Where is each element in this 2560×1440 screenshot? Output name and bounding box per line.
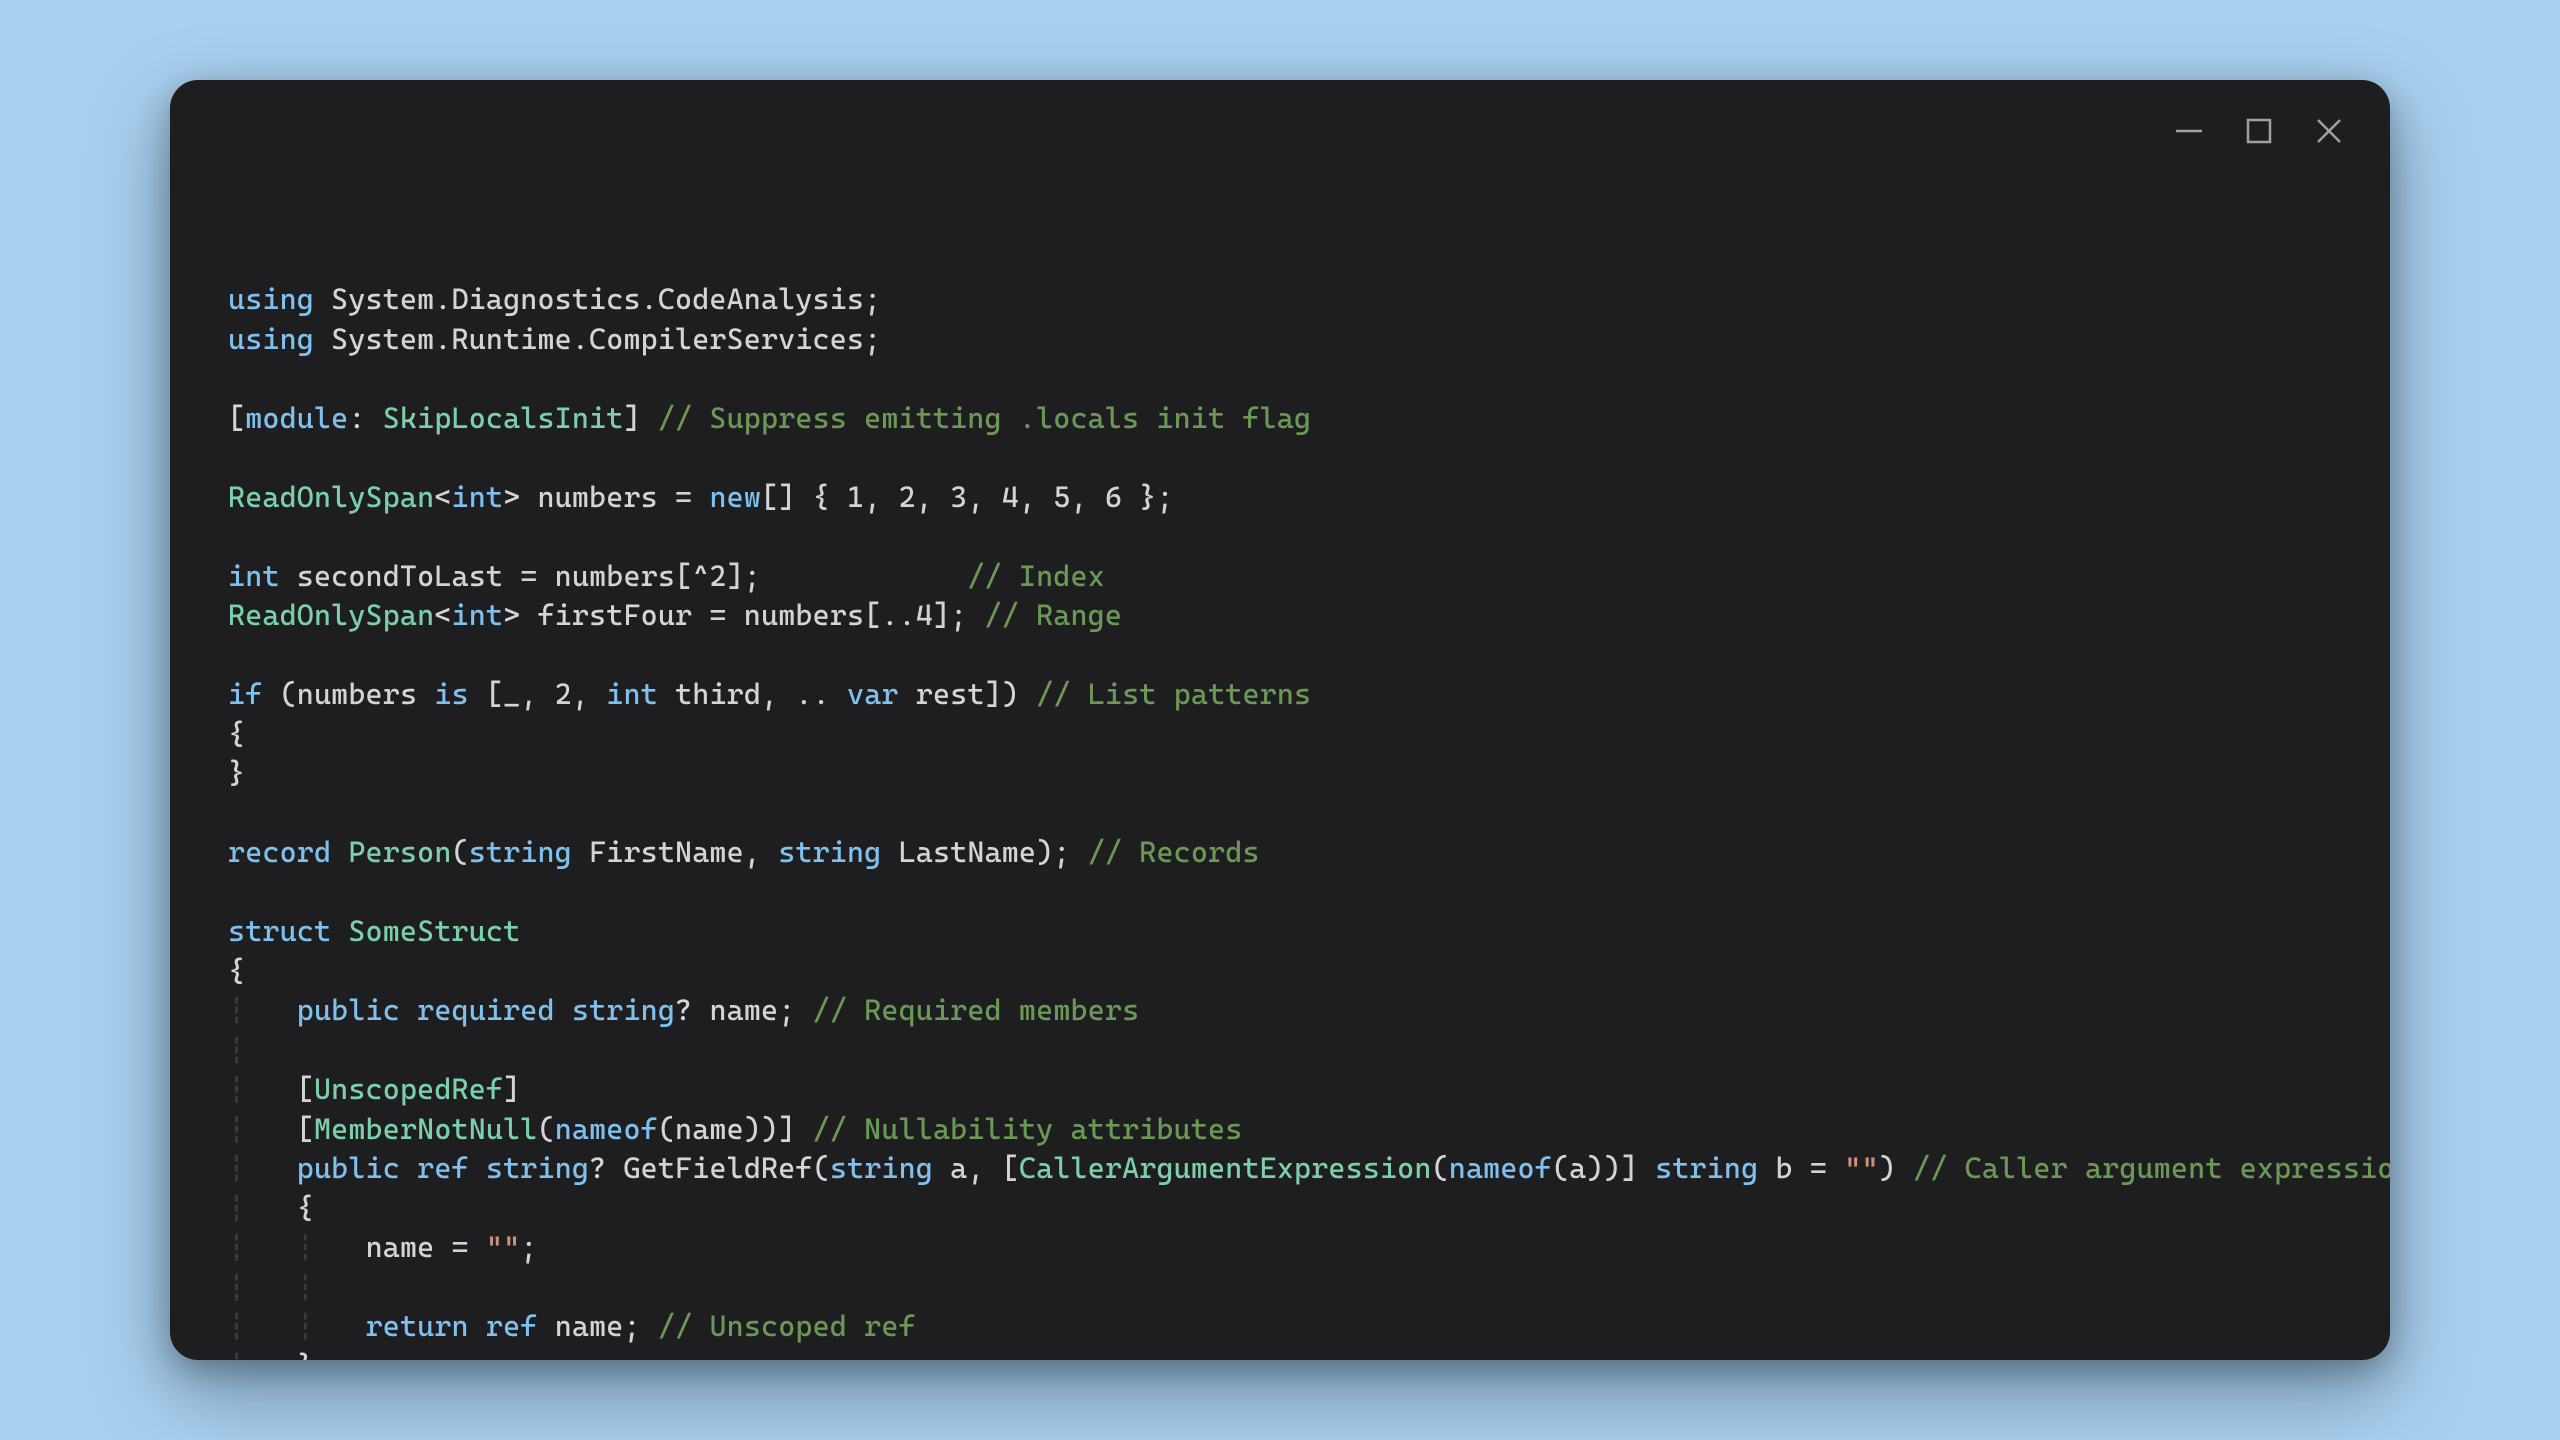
attribute: SkipLocalsInit <box>383 401 624 435</box>
keyword: public <box>297 993 400 1027</box>
identifier: third, .. <box>675 677 830 711</box>
param: a, [ <box>950 1151 1019 1185</box>
expression: = numbers[^2]; <box>520 559 761 593</box>
keyword: string <box>486 1151 589 1185</box>
identifier: rest]) <box>916 677 1019 711</box>
keyword: is <box>434 677 468 711</box>
identifier: LastName); <box>899 835 1071 869</box>
identifier: name; <box>555 1309 641 1343</box>
keyword: nameof <box>555 1112 658 1146</box>
maximize-icon <box>2242 114 2276 148</box>
keyword: int <box>606 677 658 711</box>
attribute: UnscopedRef <box>314 1072 503 1106</box>
field: name; <box>709 993 795 1027</box>
comment: // Index <box>967 559 1105 593</box>
minimize-icon <box>2172 114 2206 148</box>
identifier: numbers <box>537 480 657 514</box>
attribute: CallerArgumentExpression <box>1019 1151 1432 1185</box>
operator: = <box>675 480 692 514</box>
editor-window: using System.Diagnostics.CodeAnalysis; u… <box>170 80 2390 1360</box>
keyword: ref <box>417 1151 469 1185</box>
minimize-button[interactable] <box>2168 110 2210 152</box>
close-icon <box>2312 114 2346 148</box>
brace: { <box>297 1191 314 1225</box>
namespace: System.Runtime.CompilerServices <box>331 322 864 356</box>
keyword: string <box>778 835 881 869</box>
maximize-button[interactable] <box>2238 110 2280 152</box>
keyword: var <box>847 677 899 711</box>
keyword: int <box>228 559 280 593</box>
keyword: int <box>452 598 504 632</box>
brace: { <box>228 954 245 988</box>
identifier: FirstName, <box>589 835 761 869</box>
type-name: Person <box>348 835 451 869</box>
string-literal: "" <box>486 1230 520 1264</box>
keyword: nameof <box>1449 1151 1552 1185</box>
code-editor-content[interactable]: using System.Diagnostics.CodeAnalysis; u… <box>228 280 2350 1360</box>
method-name: GetFieldRef <box>623 1151 812 1185</box>
args: (name))] <box>658 1112 796 1146</box>
param: b = <box>1775 1151 1827 1185</box>
keyword: module <box>245 401 348 435</box>
keyword: string <box>469 835 572 869</box>
keyword: struct <box>228 914 331 948</box>
keyword: public <box>297 1151 400 1185</box>
comment: // Suppress emitting .locals init flag <box>658 401 1311 435</box>
array-literal: [] { 1, 2, 3, 4, 5, 6 } <box>761 480 1156 514</box>
keyword: new <box>709 480 761 514</box>
nullable: ? <box>675 993 692 1027</box>
statement: name = <box>366 1230 469 1264</box>
nullable: ? <box>589 1151 606 1185</box>
comment: // Required members <box>813 993 1140 1027</box>
string-literal: "" <box>1844 1151 1878 1185</box>
keyword: string <box>1655 1151 1758 1185</box>
keyword: string <box>830 1151 933 1185</box>
brace: } <box>228 756 245 790</box>
keyword: return <box>366 1309 469 1343</box>
args: (a))] <box>1552 1151 1638 1185</box>
attribute: MemberNotNull <box>314 1112 538 1146</box>
keyword: record <box>228 835 331 869</box>
type: ReadOnlySpan <box>228 598 434 632</box>
keyword: required <box>417 993 555 1027</box>
comment: // Records <box>1088 835 1260 869</box>
close-button[interactable] <box>2308 110 2350 152</box>
expression: = numbers[..4]; <box>709 598 967 632</box>
window-controls <box>2168 110 2350 152</box>
keyword: using <box>228 282 314 316</box>
namespace: System.Diagnostics.CodeAnalysis <box>331 282 864 316</box>
semicolon: ; <box>520 1230 537 1264</box>
expression: (numbers <box>280 677 418 711</box>
type: ReadOnlySpan <box>228 480 434 514</box>
paren: ) <box>1879 1151 1896 1185</box>
keyword: using <box>228 322 314 356</box>
identifier: firstFour <box>537 598 692 632</box>
comment: // Caller argument expressions <box>1913 1151 2390 1185</box>
pattern: [_, 2, <box>486 677 589 711</box>
keyword: string <box>572 993 675 1027</box>
comment: // Unscoped ref <box>658 1309 916 1343</box>
brace: { <box>228 717 245 751</box>
identifier: secondToLast <box>297 559 503 593</box>
type-name: SomeStruct <box>348 914 520 948</box>
keyword: if <box>228 677 262 711</box>
comment: // Nullability attributes <box>813 1112 1243 1146</box>
comment: // Range <box>985 598 1123 632</box>
keyword: ref <box>486 1309 538 1343</box>
keyword: int <box>452 480 504 514</box>
comment: // List patterns <box>1036 677 1311 711</box>
brace: } <box>297 1349 314 1361</box>
